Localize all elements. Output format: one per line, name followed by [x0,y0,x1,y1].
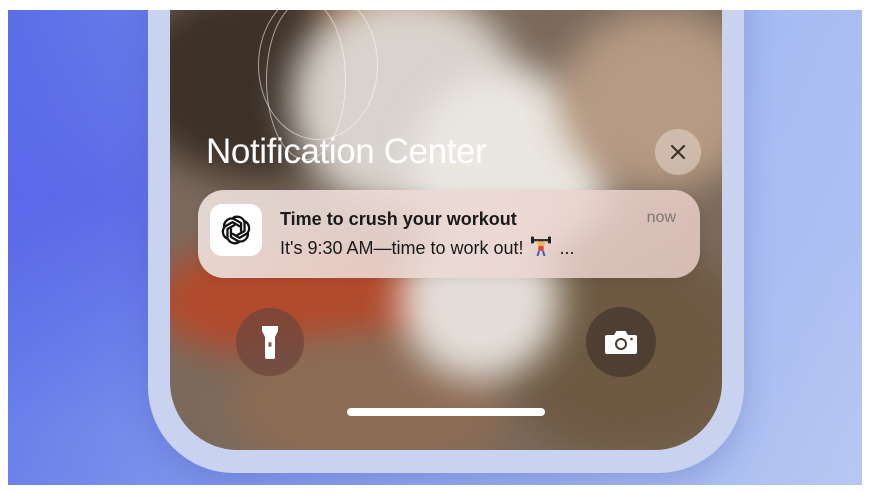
notification-ellipsis: ... [559,238,575,258]
close-icon [670,144,686,160]
close-button[interactable] [655,129,701,175]
notification-center-title: Notification Center [206,132,487,171]
home-indicator[interactable] [347,408,545,416]
camera-button[interactable] [586,307,656,377]
camera-icon [605,331,637,354]
openai-logo-icon [221,215,251,245]
notification-time: now [646,209,676,226]
notification-body: It's 9:30 AM—time to work out! [280,238,524,258]
notification-title: Time to crush your workout [280,209,517,229]
weightlifter-emoji-icon [530,235,552,262]
app-icon [210,204,262,256]
notification-card[interactable]: Time to crush your workout now It's 9:30… [198,190,700,278]
flashlight-button[interactable] [236,308,304,376]
notification-body-row: It's 9:30 AM—time to work out! ... [280,235,575,262]
flashlight-icon [262,326,278,359]
